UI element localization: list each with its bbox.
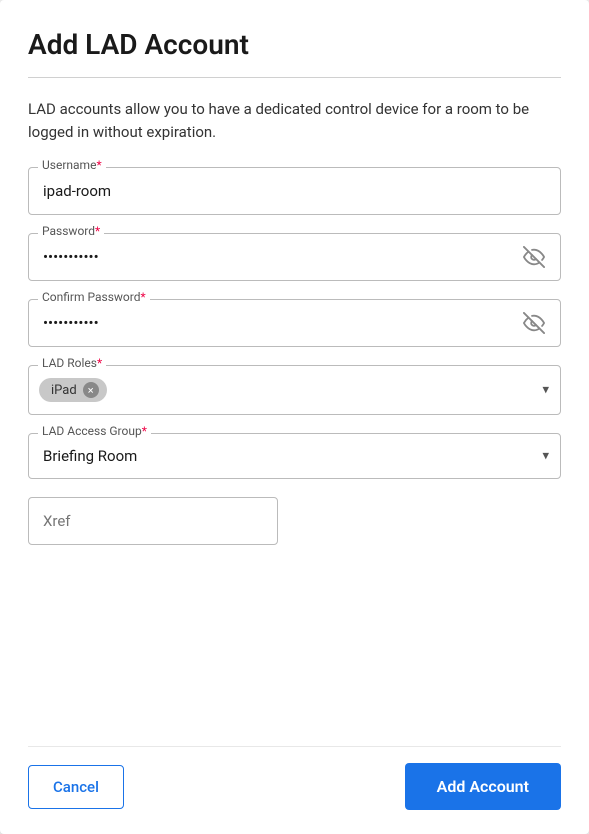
password-label: Password*: [38, 224, 104, 238]
dialog-description: LAD accounts allow you to have a dedicat…: [28, 98, 561, 143]
form-area: Username* Password* Confirm: [28, 167, 561, 643]
lad-roles-dropdown[interactable]: iPad × ▾: [28, 365, 561, 415]
eye-off-icon-confirm: [523, 312, 545, 334]
username-field-group: Username*: [28, 167, 561, 215]
lad-access-group-select-wrapper: Briefing Room Conference Room Main Hall …: [28, 433, 561, 479]
title-divider: [28, 77, 561, 78]
dialog-footer: Cancel Add Account: [28, 746, 561, 810]
dialog-title: Add LAD Account: [28, 28, 561, 61]
lad-roles-field-group: LAD Roles* iPad × ▾: [28, 365, 561, 415]
xref-input[interactable]: [28, 497, 278, 545]
cancel-button[interactable]: Cancel: [28, 765, 124, 809]
username-input[interactable]: [28, 167, 561, 215]
add-lad-account-dialog: Add LAD Account LAD accounts allow you t…: [0, 0, 589, 834]
lad-roles-chevron-down-icon: ▾: [542, 383, 549, 398]
add-account-button[interactable]: Add Account: [405, 763, 561, 810]
password-field-group: Password*: [28, 233, 561, 281]
confirm-password-label: Confirm Password*: [38, 290, 150, 304]
confirm-password-field-group: Confirm Password*: [28, 299, 561, 347]
confirm-password-input-wrapper: [28, 299, 561, 347]
chip-label: iPad: [51, 383, 77, 398]
password-input-wrapper: [28, 233, 561, 281]
confirm-password-input[interactable]: [28, 299, 561, 347]
password-input[interactable]: [28, 233, 561, 281]
xref-field-group: [28, 497, 561, 545]
eye-off-icon: [523, 246, 545, 268]
lad-roles-label: LAD Roles*: [38, 356, 106, 370]
username-label: Username*: [38, 158, 106, 172]
lad-access-group-field-group: LAD Access Group* Briefing Room Conferen…: [28, 433, 561, 479]
lad-roles-chip-ipad: iPad ×: [39, 378, 107, 402]
chip-remove-button[interactable]: ×: [83, 382, 99, 398]
lad-access-group-select[interactable]: Briefing Room Conference Room Main Hall: [28, 433, 561, 479]
lad-access-group-label: LAD Access Group*: [38, 424, 151, 438]
confirm-password-toggle-visibility-button[interactable]: [519, 308, 549, 338]
password-toggle-visibility-button[interactable]: [519, 242, 549, 272]
